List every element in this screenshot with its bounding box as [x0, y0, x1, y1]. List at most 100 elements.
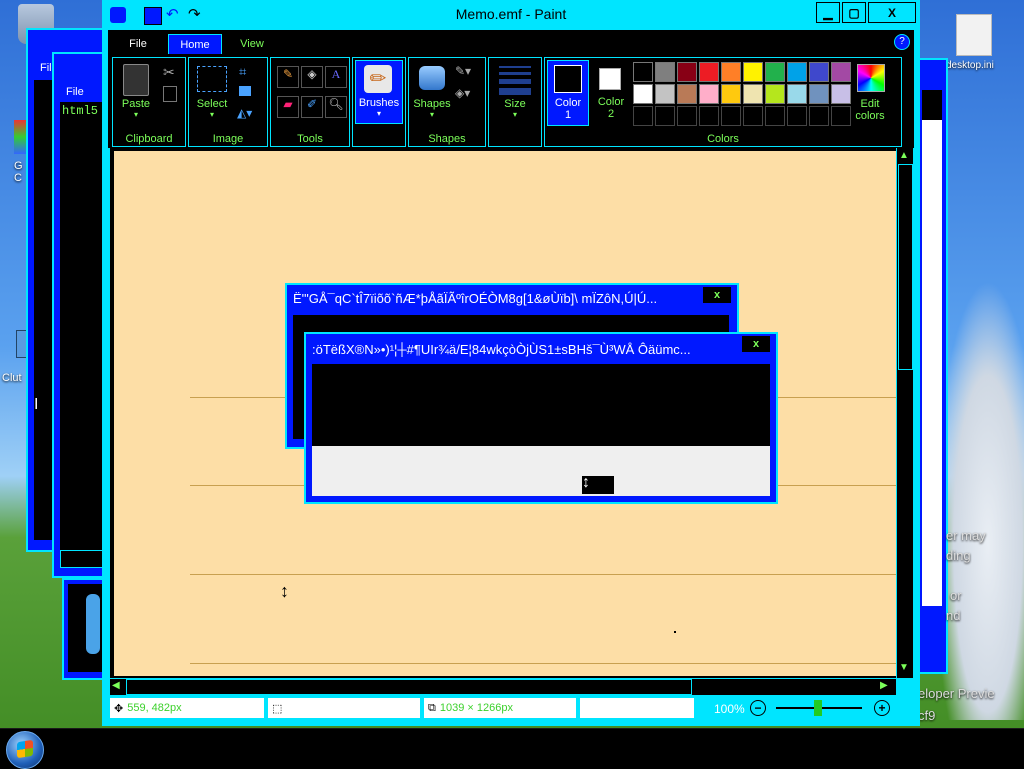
color-swatch[interactable]	[743, 106, 763, 126]
eraser-icon[interactable]: ▰	[277, 96, 299, 118]
zoom-in-icon[interactable]: +	[874, 700, 890, 716]
edit-colors-icon[interactable]	[857, 64, 885, 92]
color-swatch[interactable]	[677, 62, 697, 82]
magnifier-icon[interactable]: 🔍︎	[325, 96, 347, 118]
cut-icon[interactable]: ✂	[163, 64, 175, 81]
shapes-icon[interactable]	[419, 66, 445, 90]
vertical-scrollbar[interactable]: ▲ ▼	[896, 148, 913, 678]
crop-icon[interactable]: ⌗	[239, 64, 246, 80]
paste-button[interactable]: Paste	[115, 98, 157, 110]
color-swatch[interactable]	[787, 106, 807, 126]
start-button[interactable]	[6, 731, 44, 769]
horizontal-scrollbar[interactable]: ◀ ▶	[110, 678, 896, 695]
color-swatch[interactable]	[633, 106, 653, 126]
maximize-button[interactable]: ▢	[842, 2, 866, 23]
chevron-down-icon[interactable]: ▾	[115, 110, 157, 119]
color-swatch[interactable]	[809, 106, 829, 126]
color1-button[interactable]: Color 1	[547, 60, 589, 126]
color-swatch[interactable]	[721, 62, 741, 82]
text-icon[interactable]: A	[325, 66, 347, 88]
fill-shape-icon[interactable]: ◈▾	[455, 86, 470, 100]
ruled-line	[190, 663, 896, 664]
color-swatch[interactable]	[633, 62, 653, 82]
color-swatch[interactable]	[633, 84, 653, 104]
tab-home[interactable]: Home	[168, 34, 222, 55]
background-window-right	[918, 58, 948, 674]
color-swatch[interactable]	[765, 106, 785, 126]
outline-icon[interactable]: ✎▾	[455, 64, 471, 78]
color-swatch[interactable]	[765, 84, 785, 104]
rotate-icon[interactable]: ◭▾	[237, 106, 252, 120]
shapes-button[interactable]: Shapes	[409, 98, 455, 110]
error-dialog-front[interactable]: :öTëßX®N»•)¹¦┼#¶UIr¾ä/E¦84wkçòÒjÙS1±sBHš…	[304, 332, 778, 504]
chevron-down-icon[interactable]: ▼	[899, 662, 909, 673]
chevron-left-icon[interactable]: ◀	[112, 680, 120, 691]
desktop-text: cf9	[918, 708, 936, 723]
scroll-thumb[interactable]	[126, 679, 692, 695]
group-brushes: ✏ Brushes ▾	[352, 57, 406, 147]
close-button[interactable]: X	[868, 2, 916, 23]
select-button[interactable]: Select	[191, 98, 233, 110]
size-icon[interactable]	[499, 66, 531, 95]
chevron-right-icon[interactable]: ▶	[880, 680, 888, 691]
color-swatch[interactable]	[699, 106, 719, 126]
color-swatch[interactable]	[721, 106, 741, 126]
file-icon[interactable]	[956, 14, 992, 56]
dialog-title: :öTëßX®N»•)¹¦┼#¶UIr¾ä/E¦84wkçòÒjÙS1±sBHš…	[312, 342, 691, 357]
tab-file[interactable]: File	[118, 34, 158, 54]
chevron-up-icon[interactable]: ▲	[899, 150, 909, 161]
color-swatch[interactable]	[831, 62, 851, 82]
dialog-content	[312, 364, 770, 446]
color-swatch[interactable]	[787, 84, 807, 104]
color-picker-icon[interactable]: ✐	[301, 96, 323, 118]
chevron-down-icon: ▾	[376, 109, 381, 118]
menu-file[interactable]: File	[66, 86, 84, 98]
desktop-icon-label[interactable]: Clut	[2, 372, 22, 384]
paste-icon[interactable]	[123, 64, 149, 96]
color-swatch[interactable]	[655, 62, 675, 82]
group-label: Tools	[297, 133, 323, 145]
color-swatch[interactable]	[655, 106, 675, 126]
close-button[interactable]: x	[742, 336, 770, 352]
color1-label: Color 1	[554, 97, 582, 121]
zoom-slider-thumb[interactable]	[814, 700, 822, 716]
color2-button[interactable]: Color 2	[591, 60, 631, 124]
editor-text[interactable]: html5	[62, 104, 98, 118]
scroll-thumb[interactable]	[898, 164, 913, 370]
desktop-text: nd	[946, 608, 961, 623]
menu-file[interactable]: Fil	[40, 62, 52, 74]
desktop-icon-label[interactable]: desktop.ini	[946, 60, 994, 71]
color-swatch[interactable]	[699, 84, 719, 104]
chevron-down-icon[interactable]: ▾	[409, 110, 455, 119]
fill-icon[interactable]: ◈	[301, 66, 323, 88]
color-swatch[interactable]	[677, 106, 697, 126]
color-swatch[interactable]	[721, 84, 741, 104]
chevron-down-icon[interactable]: ▾	[489, 110, 541, 119]
color-swatch[interactable]	[677, 84, 697, 104]
select-icon[interactable]	[197, 66, 227, 92]
chevron-down-icon[interactable]: ▾	[191, 110, 233, 119]
zoom-out-icon[interactable]: −	[750, 700, 766, 716]
pencil-icon[interactable]: ✎	[277, 66, 299, 88]
color-swatch[interactable]	[743, 84, 763, 104]
dialog-title: Ë'"GÅ¯qC`tÎ7ïiõõ`ñÆ*þÅãÏÃºîrOÉÒM8g[1&øÙï…	[293, 291, 658, 306]
brushes-button[interactable]: ✏ Brushes ▾	[355, 60, 403, 124]
color-swatch[interactable]	[655, 84, 675, 104]
resize-icon[interactable]	[239, 86, 251, 96]
edit-colors-button[interactable]: Edit colors	[847, 98, 893, 122]
group-label: Clipboard	[125, 133, 173, 145]
desktop-text: ding	[946, 548, 971, 563]
color-swatch[interactable]	[765, 62, 785, 82]
size-button[interactable]: Size	[489, 98, 541, 110]
color-swatch[interactable]	[809, 62, 829, 82]
tab-view[interactable]: View	[230, 34, 274, 54]
minimize-button[interactable]: ▁	[816, 2, 840, 23]
color-swatch[interactable]	[743, 62, 763, 82]
color-swatch[interactable]	[699, 62, 719, 82]
copy-icon[interactable]	[163, 86, 177, 102]
title-bar[interactable]: ↶ ↷ Memo.emf - Paint ▁ ▢ X	[102, 0, 920, 30]
color-swatch[interactable]	[809, 84, 829, 104]
color-swatch[interactable]	[787, 62, 807, 82]
help-icon[interactable]: ?	[894, 34, 910, 50]
close-button[interactable]: x	[703, 287, 731, 303]
